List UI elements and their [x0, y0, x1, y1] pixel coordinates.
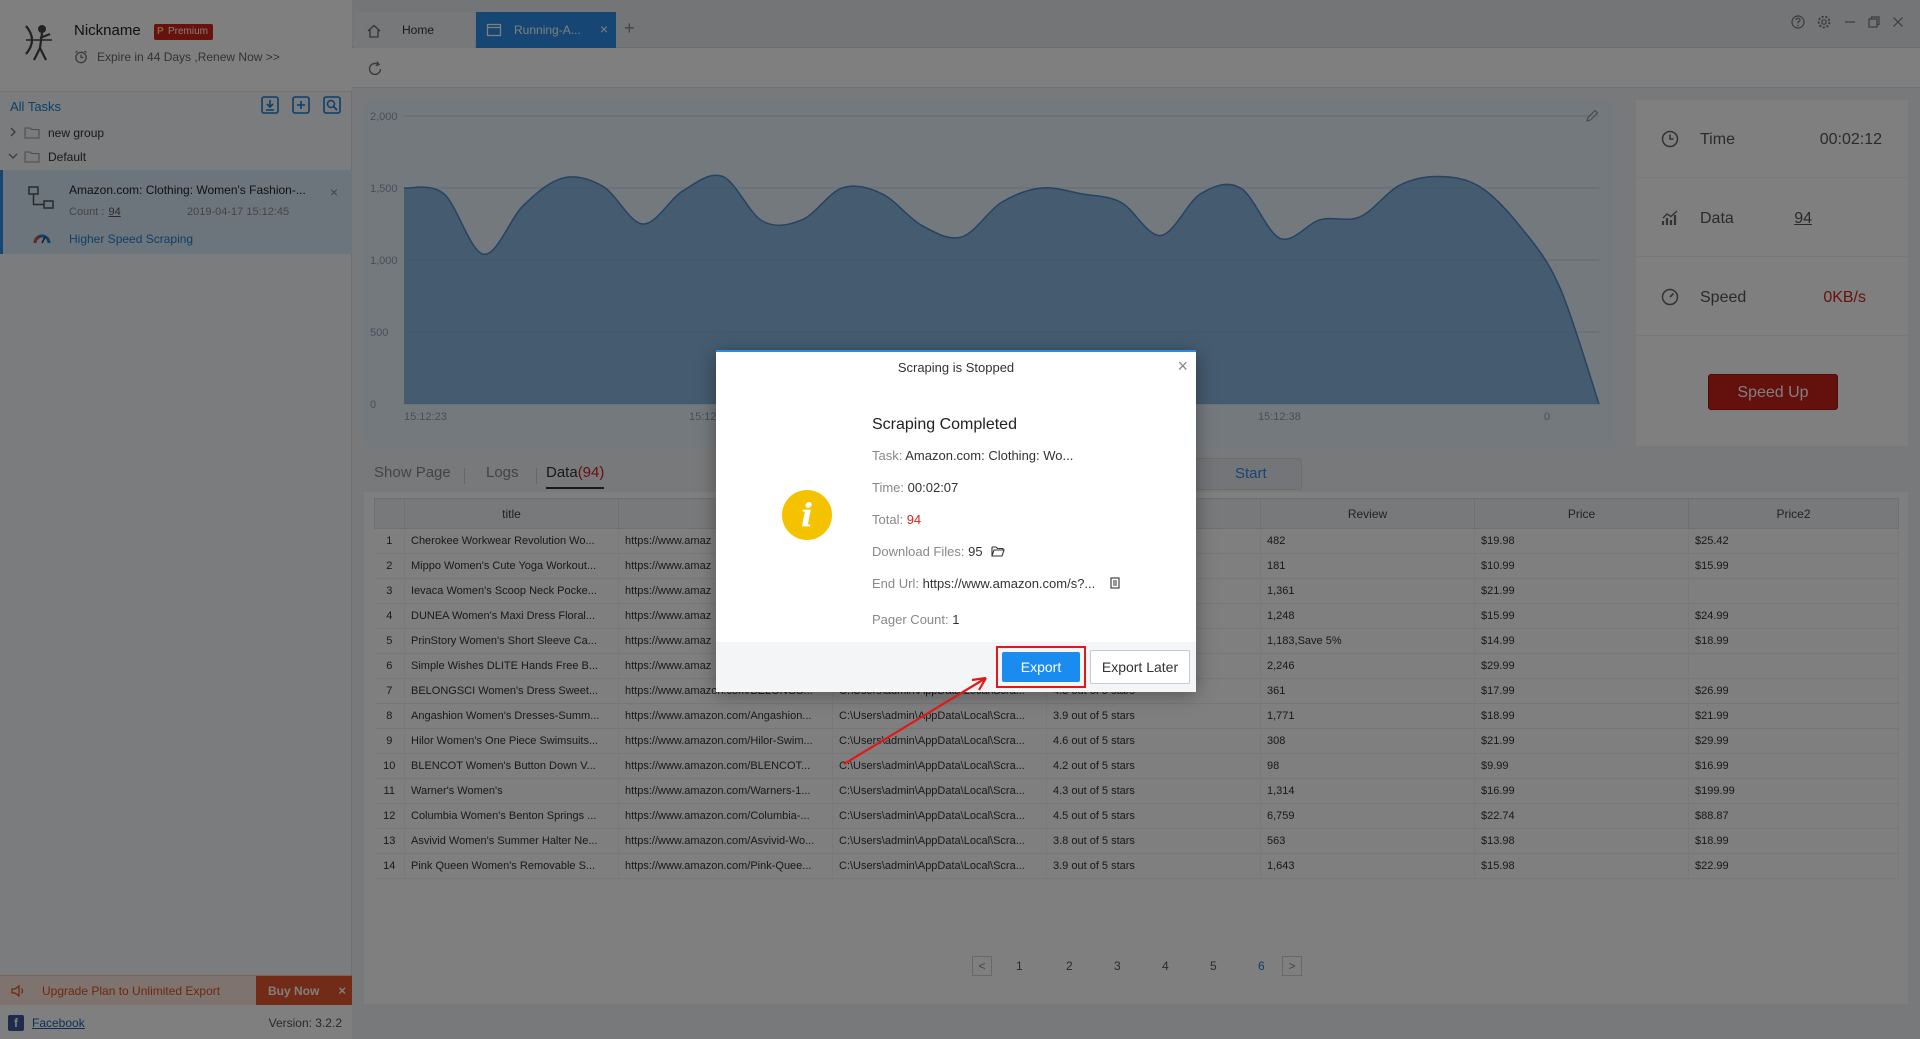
dialog-url-row: End Url: https://www.amazon.com/s?...: [872, 576, 1122, 591]
time-value: 00:02:07: [907, 480, 959, 495]
dialog-time-row: Time: 00:02:07: [872, 480, 958, 495]
scraping-stopped-dialog: Scraping is Stopped × i Scraping Complet…: [716, 350, 1196, 692]
task-value: Amazon.com: Clothing: Wo...: [905, 448, 1074, 463]
dialog-pager-row: Pager Count: 1: [872, 612, 959, 627]
info-icon: i: [782, 490, 832, 540]
copy-icon[interactable]: [1108, 577, 1122, 589]
url-value: https://www.amazon.com/s?...: [922, 576, 1096, 591]
total-value: 94: [906, 512, 922, 527]
annotation-arrow: [843, 676, 987, 765]
export-later-button[interactable]: Export Later: [1090, 650, 1190, 684]
folder-open-icon[interactable]: [991, 545, 1005, 557]
task-label: Task:: [872, 448, 903, 463]
close-icon[interactable]: ×: [1177, 356, 1188, 377]
dialog-task-row: Task: Amazon.com: Clothing: Wo...: [872, 448, 1073, 463]
dialog-files-row: Download Files: 95: [872, 544, 1005, 559]
files-label: Download Files:: [872, 544, 965, 559]
pager-count-label: Pager Count:: [872, 612, 949, 627]
url-label: End Url:: [872, 576, 919, 591]
pager-count-value: 1: [952, 612, 960, 627]
export-button[interactable]: Export: [1002, 652, 1080, 682]
total-label: Total:: [872, 512, 904, 527]
dialog-total-row: Total: 94: [872, 512, 921, 527]
time-label: Time:: [872, 480, 905, 495]
dialog-heading: Scraping Completed: [872, 416, 1017, 433]
files-value: 95: [968, 544, 983, 559]
dialog-title: Scraping is Stopped: [897, 360, 1015, 375]
